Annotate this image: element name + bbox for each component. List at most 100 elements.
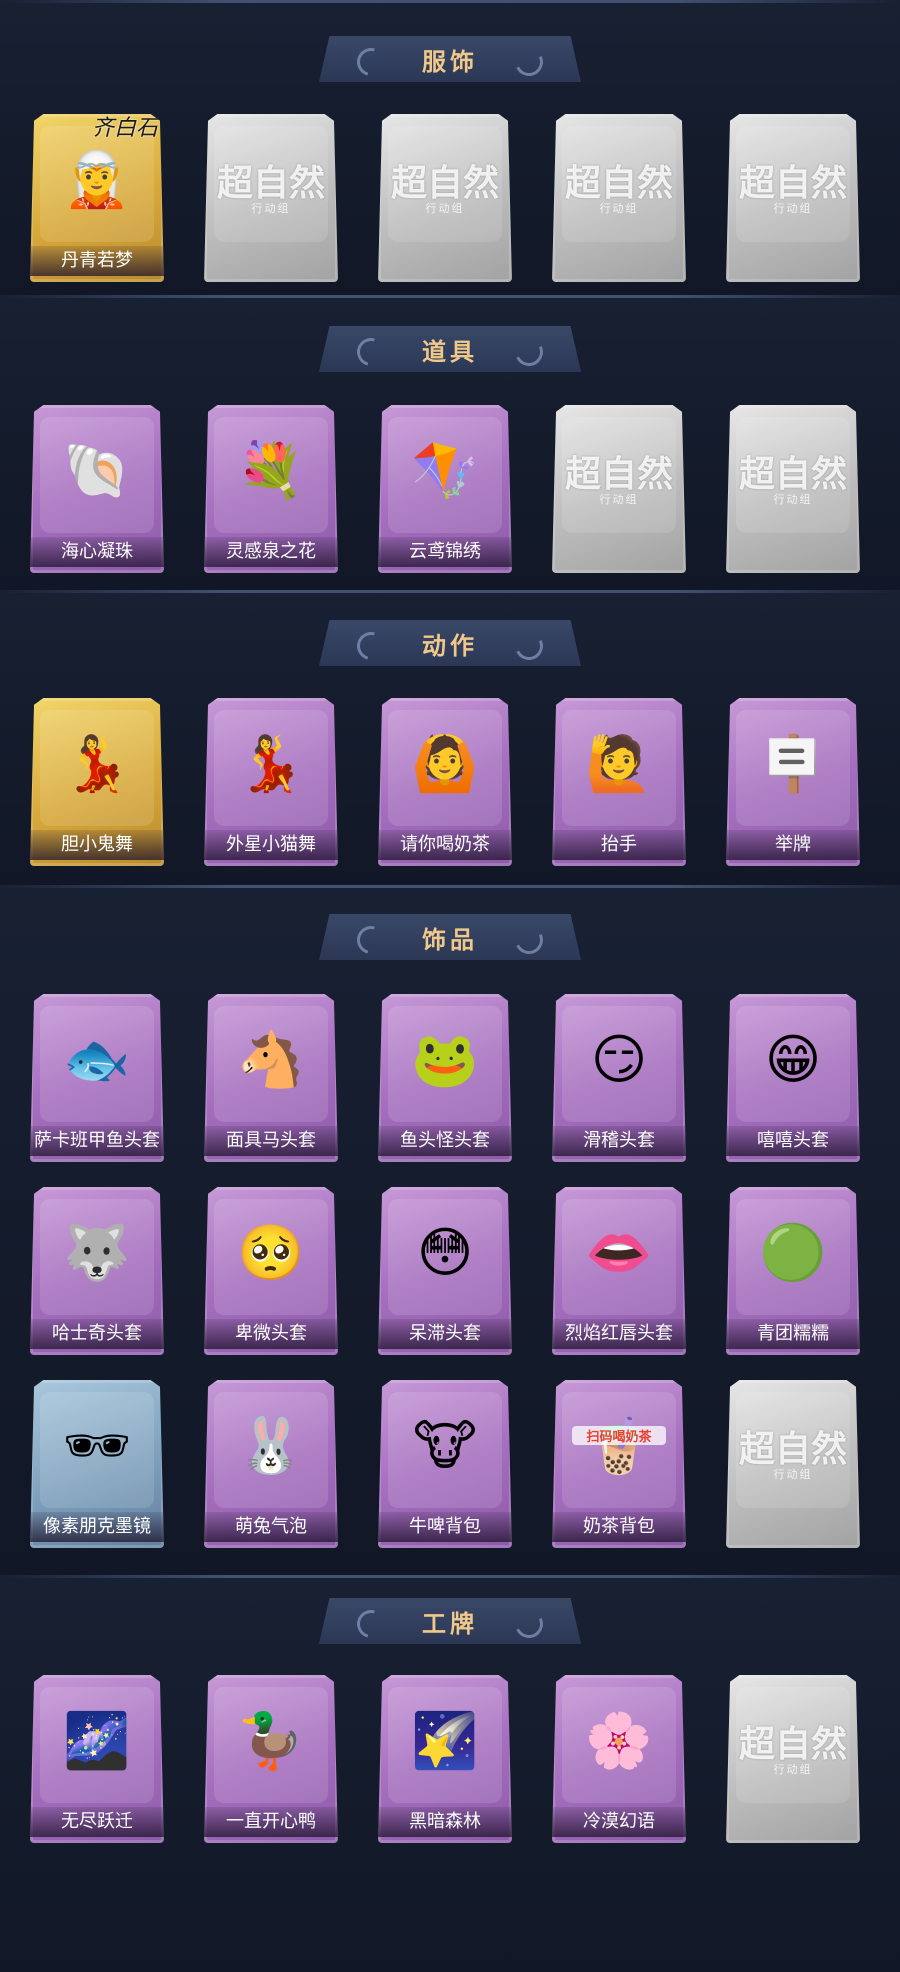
locked-item-card[interactable]: 超自然 行动组 [552,405,686,573]
item-card[interactable]: 🐴 面具马头套 [204,994,338,1162]
swirl-ornament-icon [511,44,547,80]
item-card[interactable]: 🌸 冷漠幻语 [552,1675,686,1843]
galaxy-card-icon: 🌌 [63,1709,131,1772]
green-dumpling-icon: 🟢 [759,1221,827,1284]
item-art-text: 扫码喝奶茶 [572,1426,666,1445]
item-card[interactable]: 🧝 齐白石 丹青若梦 [30,114,164,282]
item-label: 鱼头怪头套 [378,1126,512,1156]
item-label: 青团糯糯 [726,1319,860,1349]
item-label: 丹青若梦 [30,246,164,276]
item-label: 萌兔气泡 [204,1512,338,1542]
item-label: 灵感泉之花 [204,537,338,567]
item-card[interactable]: 🌠 黑暗森林 [378,1675,512,1843]
sign-pose-icon: 🙆 [411,732,479,795]
dance-pose-icon: 💃 [237,732,305,795]
placeholder-watermark: 超自然 [390,162,499,204]
item-card[interactable]: 🦆 一直开心鸭 [204,1675,338,1843]
item-card[interactable]: 🕶 像素朋克墨镜 [30,1380,164,1548]
locked-item-card[interactable]: 超自然 行动组 [204,114,338,282]
kite-icon: 🪁 [411,439,479,502]
item-label: 嘻嘻头套 [726,1126,860,1156]
item-card[interactable]: 😳 呆滞头套 [378,1187,512,1355]
locked-item-card[interactable]: 超自然 行动组 [726,1675,860,1843]
husky-head-icon: 🐺 [63,1221,131,1284]
item-card[interactable]: 🧋 扫码喝奶茶 奶茶背包 [552,1380,686,1548]
item-card[interactable]: 🐚 海心凝珠 [30,405,164,573]
swirl-ornament-icon [351,626,391,666]
item-card[interactable]: 🌌 无尽跃迁 [30,1675,164,1843]
item-label: 面具马头套 [204,1126,338,1156]
item-label: 无尽跃迁 [30,1807,164,1837]
character-icon: 🧝 [63,148,131,211]
item-label: 冷漠幻语 [552,1807,686,1837]
item-card[interactable]: 🪧 举牌 [726,698,860,866]
item-card[interactable]: 💃 外星小猫舞 [204,698,338,866]
item-card[interactable]: 🐺 哈士奇头套 [30,1187,164,1355]
item-card[interactable]: 😏 滑稽头套 [552,994,686,1162]
item-card[interactable]: 🙋 抬手 [552,698,686,866]
item-label: 牛啤背包 [378,1512,512,1542]
item-label: 举牌 [726,830,860,860]
locked-item-card[interactable]: 超自然 行动组 [726,1380,860,1548]
section-title: 道具 [422,337,478,366]
item-card[interactable]: 🪁 云鸢锦绣 [378,405,512,573]
item-card[interactable]: 💃 胆小鬼舞 [30,698,164,866]
section-title: 服饰 [422,47,478,76]
locked-item-card[interactable]: 超自然 行动组 [552,114,686,282]
hold-sign-icon: 🪧 [759,732,827,795]
horse-head-icon: 🐴 [237,1028,305,1091]
placeholder-watermark-sub: 行动组 [773,202,813,215]
swirl-ornament-icon [351,332,391,372]
placeholder-watermark-sub: 行动组 [773,493,813,506]
placeholder-watermark: 超自然 [564,162,673,204]
item-label: 抬手 [552,830,686,860]
flower-bouquet-icon: 💐 [237,439,305,502]
placeholder-watermark-sub: 行动组 [425,202,465,215]
item-card[interactable]: 🙆 请你喝奶茶 [378,698,512,866]
fish-head-icon: 🐟 [63,1028,131,1091]
placeholder-watermark-sub: 行动组 [773,1763,813,1776]
sky-card-icon: 🌸 [585,1709,653,1772]
item-label: 海心凝珠 [30,537,164,567]
item-label: 哈士奇头套 [30,1319,164,1349]
item-card[interactable]: 🐰 萌兔气泡 [204,1380,338,1548]
item-card[interactable]: 🐟 萨卡班甲鱼头套 [30,994,164,1162]
item-card[interactable]: 👄 烈焰红唇头套 [552,1187,686,1355]
section-title: 工牌 [422,1609,478,1638]
red-lips-head-icon: 👄 [585,1221,653,1284]
locked-item-card[interactable]: 超自然 行动组 [378,114,512,282]
bunny-bubble-icon: 🐰 [237,1414,305,1477]
item-card[interactable]: 🟢 青团糯糯 [726,1187,860,1355]
placeholder-watermark: 超自然 [216,162,325,204]
item-label: 黑暗森林 [378,1807,512,1837]
placeholder-watermark-sub: 行动组 [599,493,639,506]
smirk-emoji-icon: 😏 [590,1028,648,1091]
placeholder-watermark-sub: 行动组 [251,202,291,215]
dazed-emoji-icon: 😳 [416,1221,474,1284]
green-fish-head-icon: 🐸 [411,1028,479,1091]
item-card[interactable]: 🐮 牛啤背包 [378,1380,512,1548]
item-card[interactable]: 😁 嘻嘻头套 [726,994,860,1162]
locked-item-card[interactable]: 超自然 行动组 [726,405,860,573]
pixel-sunglasses-icon: 🕶 [62,1414,132,1477]
pleading-emoji-icon: 🥺 [237,1221,305,1284]
item-label: 烈焰红唇头套 [552,1319,686,1349]
swirl-ornament-icon [351,920,391,960]
item-card[interactable]: 🥺 卑微头套 [204,1187,338,1355]
section-header: 服饰 [319,36,581,82]
item-card[interactable]: 💐 灵感泉之花 [204,405,338,573]
item-card[interactable]: 🐸 鱼头怪头套 [378,994,512,1162]
item-label: 滑稽头套 [552,1126,686,1156]
locked-item-card[interactable]: 超自然 行动组 [726,114,860,282]
duck-card-icon: 🦆 [237,1709,305,1772]
swirl-ornament-icon [351,1604,391,1644]
item-label: 胆小鬼舞 [30,830,164,860]
swirl-ornament-icon [351,42,391,82]
placeholder-watermark: 超自然 [564,453,673,495]
shell-pearl-icon: 🐚 [63,439,131,502]
placeholder-watermark: 超自然 [738,1428,847,1470]
placeholder-watermark-sub: 行动组 [773,1468,813,1481]
swirl-ornament-icon [511,1606,547,1642]
raise-hand-icon: 🙋 [585,732,653,795]
dark-forest-card-icon: 🌠 [411,1709,479,1772]
